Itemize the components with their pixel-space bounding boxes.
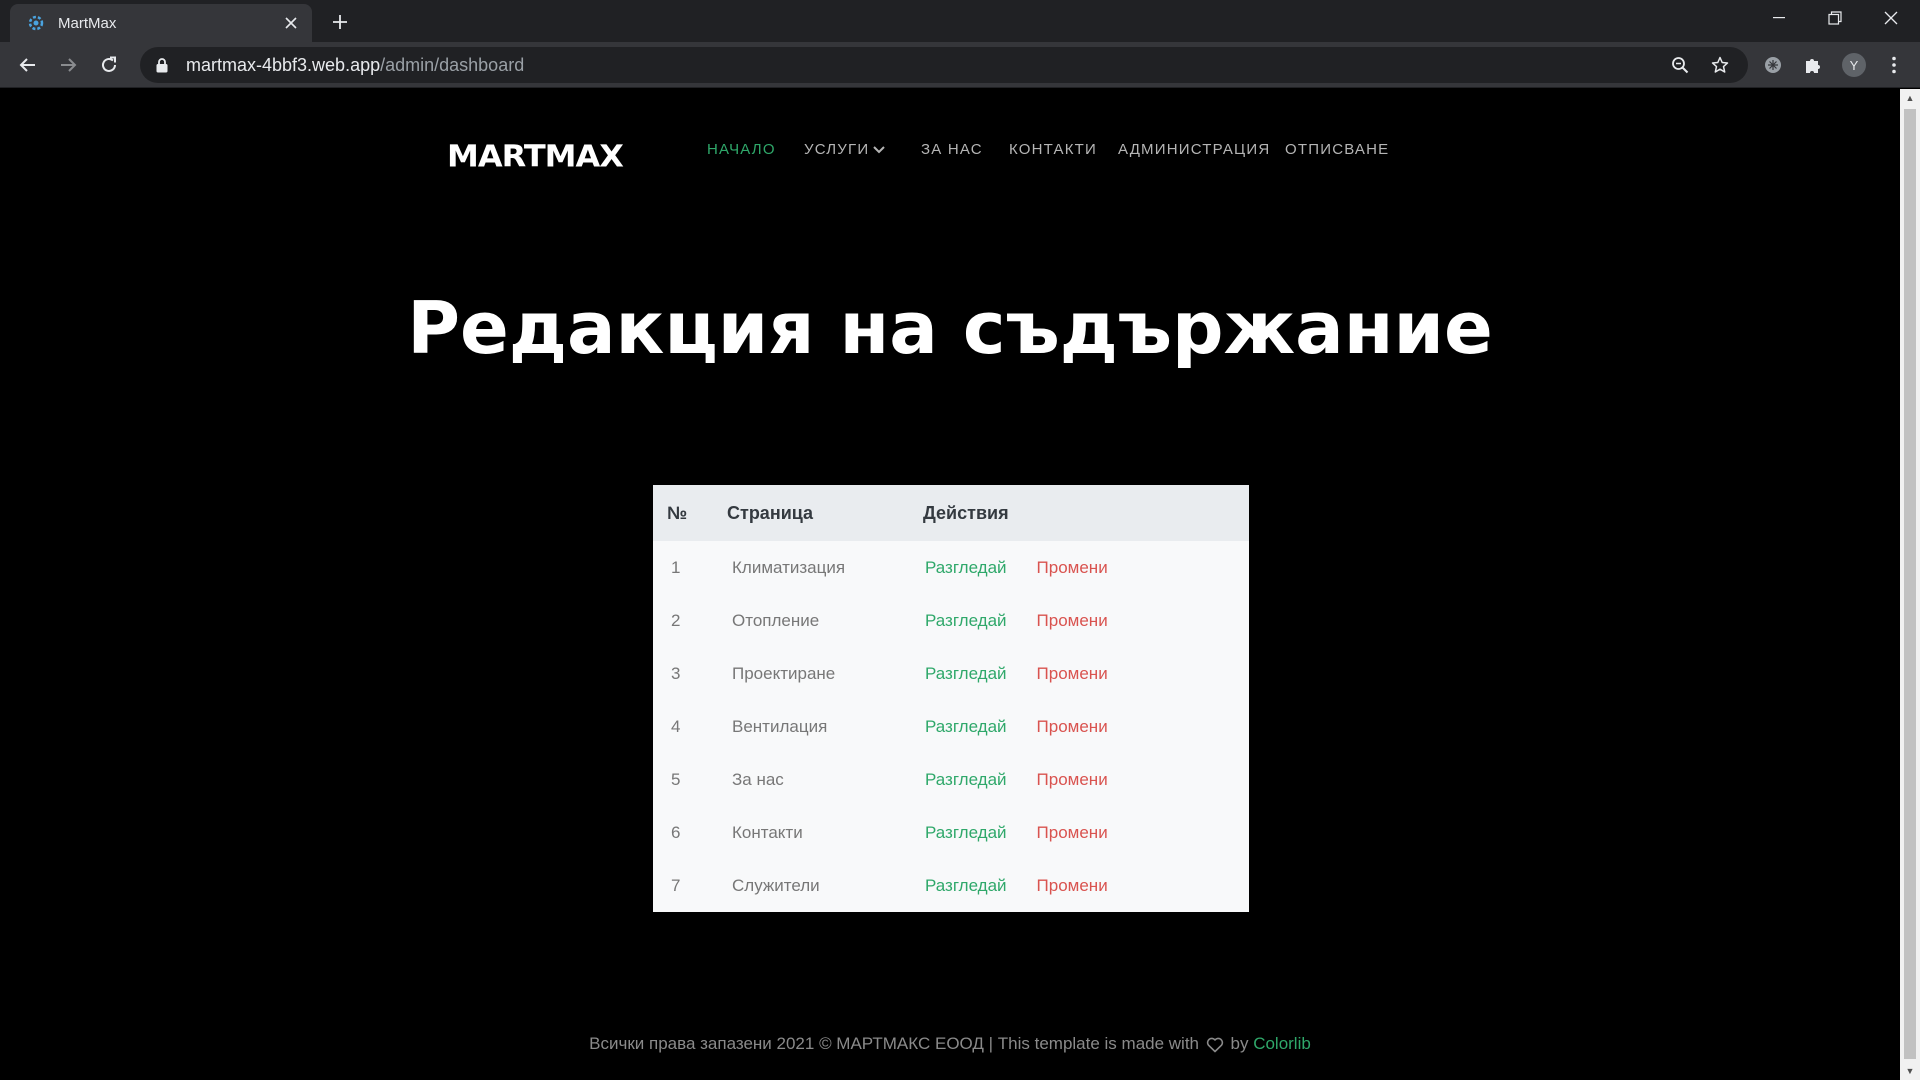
reload-icon[interactable]	[93, 49, 125, 81]
nav-item-about[interactable]: ЗА НАС	[921, 141, 983, 158]
table-row: 4 Вентилация Разгледай Промени	[653, 700, 1249, 753]
row-number: 2	[671, 610, 681, 630]
column-header-number: №	[667, 502, 688, 523]
footer: Всички права запазени 2021 © МАРТМАКС ЕО…	[0, 1034, 1900, 1054]
edit-link[interactable]: Промени	[1037, 770, 1108, 789]
row-number: 5	[671, 769, 681, 789]
new-tab-icon[interactable]	[326, 8, 354, 36]
bookmark-star-icon[interactable]	[1702, 47, 1738, 83]
scrollbar-thumb[interactable]	[1904, 109, 1916, 1059]
close-window-icon[interactable]	[1862, 0, 1920, 36]
column-header-page: Страница	[727, 502, 814, 523]
table-row: 2 Отопление Разгледай Промени	[653, 594, 1249, 647]
nav-item-services[interactable]: УСЛУГИ	[804, 141, 886, 158]
row-actions: Разгледай Промени	[923, 859, 1249, 912]
edit-link[interactable]: Промени	[1037, 664, 1108, 683]
column-header-actions: Действия	[923, 502, 1009, 523]
edit-link[interactable]: Промени	[1037, 717, 1108, 736]
tab-title: MartMax	[58, 14, 117, 32]
view-link[interactable]: Разгледай	[925, 717, 1007, 736]
extensions-puzzle-icon[interactable]	[1797, 49, 1829, 81]
page-title: Редакция на съдържание	[407, 286, 1493, 370]
restore-icon[interactable]	[1806, 0, 1864, 36]
row-actions: Разгледай Промени	[923, 806, 1249, 859]
edit-link[interactable]: Промени	[1037, 823, 1108, 842]
row-actions: Разгледай Промени	[923, 753, 1249, 806]
lock-icon[interactable]	[156, 57, 172, 73]
back-icon[interactable]	[12, 49, 44, 81]
url-text: martmax-4bbf3.web.app/admin/dashboard	[186, 54, 525, 75]
footer-copyright: Всички права запазени 2021 © МАРТМАКС ЕО…	[589, 1034, 1200, 1053]
row-number: 3	[671, 663, 681, 683]
content-table: № Страница Действия 1 Климатизация Разглед…	[653, 485, 1249, 912]
chevron-down-icon	[873, 146, 886, 154]
browser-tab[interactable]: MartMax	[10, 4, 312, 42]
colorlib-link[interactable]: Colorlib	[1253, 1034, 1311, 1053]
view-link[interactable]: Разгледай	[925, 823, 1007, 842]
row-actions: Разгледай Промени	[923, 647, 1249, 700]
row-page-name: Служители	[732, 875, 820, 895]
page-scrollbar[interactable]: ▲ ▼	[1900, 89, 1920, 1080]
row-number: 1	[671, 557, 681, 577]
row-page-name: Контакти	[732, 822, 803, 842]
table-row: 1 Климатизация Разгледай Промени	[653, 541, 1249, 594]
close-tab-icon[interactable]	[280, 12, 302, 34]
row-page-name: Отопление	[732, 610, 820, 630]
browser-menu-icon[interactable]	[1878, 49, 1910, 81]
row-actions: Разгледай Промени	[923, 541, 1249, 594]
view-link[interactable]: Разгледай	[925, 876, 1007, 895]
table-row: 5 За нас Разгледай Промени	[653, 753, 1249, 806]
nav-item-logout[interactable]: ОТПИСВАНЕ	[1285, 141, 1389, 158]
edit-link[interactable]: Промени	[1037, 611, 1108, 630]
row-page-name: Проектиране	[732, 663, 836, 683]
site-logo[interactable]: MARTMAX	[447, 138, 624, 174]
scroll-up-icon[interactable]: ▲	[1900, 89, 1920, 107]
view-link[interactable]: Разгледай	[925, 558, 1007, 577]
view-link[interactable]: Разгледай	[925, 770, 1007, 789]
edit-link[interactable]: Промени	[1037, 876, 1108, 895]
browser-tab-strip: MartMax	[0, 0, 1920, 42]
row-actions: Разгледай Промени	[923, 594, 1249, 647]
row-number: 6	[671, 822, 681, 842]
minimize-icon[interactable]	[1750, 0, 1808, 36]
table-row: 7 Служители Разгледай Промени	[653, 859, 1249, 912]
row-actions: Разгледай Промени	[923, 700, 1249, 753]
table-row: 3 Проектиране Разгледай Промени	[653, 647, 1249, 700]
profile-avatar[interactable]: Y	[1838, 49, 1870, 81]
row-number: 4	[671, 716, 681, 736]
extension-icon[interactable]	[1757, 49, 1789, 81]
nav-item-home[interactable]: НАЧАЛО	[707, 141, 776, 158]
nav-item-contacts[interactable]: КОНТАКТИ	[1009, 141, 1097, 158]
heart-icon	[1206, 1037, 1223, 1052]
nav-item-administration[interactable]: АДМИНИСТРАЦИЯ	[1118, 141, 1270, 158]
row-page-name: Вентилация	[732, 716, 828, 736]
gear-favicon-icon	[26, 13, 46, 33]
edit-link[interactable]: Промени	[1037, 558, 1108, 577]
address-bar[interactable]: martmax-4bbf3.web.app/admin/dashboard	[140, 47, 1748, 83]
view-link[interactable]: Разгледай	[925, 611, 1007, 630]
footer-by: by	[1230, 1034, 1249, 1053]
row-number: 7	[671, 875, 681, 895]
row-page-name: За нас	[732, 769, 784, 789]
zoom-icon[interactable]	[1662, 47, 1698, 83]
scroll-down-icon[interactable]: ▼	[1900, 1062, 1920, 1080]
table-row: 6 Контакти Разгледай Промени	[653, 806, 1249, 859]
browser-toolbar: martmax-4bbf3.web.app/admin/dashboard Y	[0, 42, 1920, 88]
forward-icon[interactable]	[52, 49, 84, 81]
row-page-name: Климатизация	[732, 557, 846, 577]
table-header-row: № Страница Действия	[653, 485, 1249, 541]
view-link[interactable]: Разгледай	[925, 664, 1007, 683]
